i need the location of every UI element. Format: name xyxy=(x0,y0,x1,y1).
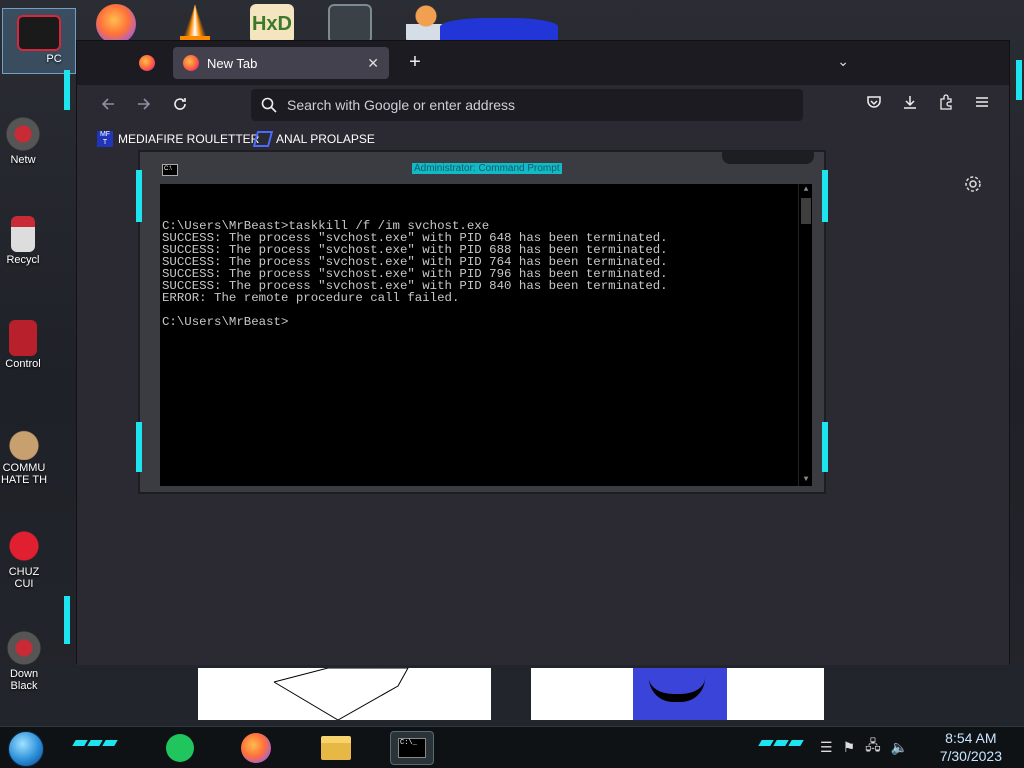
line-drawing xyxy=(273,667,409,721)
search-icon xyxy=(261,97,277,113)
forward-button[interactable] xyxy=(131,93,157,119)
hamburger-menu-icon xyxy=(976,97,988,107)
accent-bar xyxy=(136,422,142,472)
system-tray: ☰ ⚑ 🖧 🔈 xyxy=(820,735,908,759)
scroll-down-arrow-icon[interactable]: ▼ xyxy=(799,474,813,486)
bookmark-label: ANAL PROLAPSE xyxy=(276,132,375,146)
accent-bar xyxy=(64,596,70,644)
taskbar-command-prompt[interactable]: C:\_ xyxy=(390,731,434,765)
list-all-tabs-button[interactable]: ⌄ xyxy=(837,53,849,70)
back-arrow-icon xyxy=(101,98,114,110)
blue-face-image xyxy=(633,668,727,720)
control-panel-icon xyxy=(9,320,37,356)
scroll-up-arrow-icon[interactable]: ▲ xyxy=(799,184,813,196)
reload-icon xyxy=(174,98,186,110)
pinned-tab[interactable] xyxy=(129,47,165,79)
download-icon xyxy=(904,96,916,109)
settings-gear-icon[interactable] xyxy=(963,175,983,195)
bookmark-site-icon xyxy=(252,131,274,147)
desktop-icon-pc[interactable]: PC xyxy=(2,8,76,74)
taskbar-notes[interactable] xyxy=(158,731,202,765)
bookmark-mediafire[interactable]: MF T MEDIAFIRE ROULETTER xyxy=(97,131,259,147)
close-tab-icon[interactable]: ✕ xyxy=(367,55,379,72)
puzzle-icon xyxy=(940,94,952,110)
firefox-icon xyxy=(139,55,155,71)
bookmark-second[interactable]: ANAL PROLAPSE xyxy=(252,131,375,147)
taskbar-firefox[interactable] xyxy=(234,731,278,765)
titlebar-notch xyxy=(722,152,814,164)
scrollbar[interactable]: ▲ ▼ xyxy=(798,184,812,486)
mediafire-icon: MF T xyxy=(97,131,113,147)
desktop-icon-down[interactable]: Down Black xyxy=(0,630,48,692)
taskbar-accent xyxy=(72,740,118,748)
console-line: C:\Users\MrBeast> xyxy=(162,315,289,329)
tab-label: New Tab xyxy=(207,55,258,71)
console-lines: C:\Users\MrBeast>taskkill /f /im svchost… xyxy=(162,220,810,328)
hxd-icon[interactable]: HxD xyxy=(250,4,294,44)
desktop-icon-network[interactable]: Netw xyxy=(0,116,46,166)
network-icon[interactable]: 🖧 xyxy=(865,735,881,759)
taskbar: C:\_ ☰ ⚑ 🖧 🔈 8:54 AM 7/30/2023 xyxy=(0,726,1024,768)
background-image-tile xyxy=(531,668,824,720)
pocket-icon xyxy=(867,96,881,108)
navigation-bar xyxy=(77,85,1009,127)
command-prompt-icon: C:\_ xyxy=(398,738,426,758)
clock-date: 7/30/2023 xyxy=(939,748,1002,764)
command-prompt-window[interactable]: C:\ Administrator: Command Prompt C:\Use… xyxy=(136,150,828,494)
flag-icon[interactable]: ⚑ xyxy=(843,739,856,756)
overflow-chevron-icon[interactable]: ☰ xyxy=(820,739,833,756)
clock[interactable]: 8:54 AM 7/30/2023 xyxy=(940,729,1002,765)
app-icon[interactable] xyxy=(328,4,372,44)
forward-arrow-icon xyxy=(138,98,151,110)
extensions-button[interactable] xyxy=(933,93,959,119)
address-bar[interactable] xyxy=(251,89,803,121)
pocket-button[interactable] xyxy=(861,93,887,119)
taskbar-file-explorer[interactable] xyxy=(314,731,358,765)
cmd-titlebar[interactable]: C:\ Administrator: Command Prompt xyxy=(140,152,824,184)
firefox-icon xyxy=(241,733,271,763)
red-character-icon xyxy=(6,528,42,564)
accent-bar xyxy=(64,70,70,110)
desktop-icon-chuz[interactable]: CHUZ CUI xyxy=(0,528,48,590)
back-button[interactable] xyxy=(95,93,121,119)
tab-bar: New Tab ✕ + ⌄ xyxy=(77,41,1009,85)
scroll-thumb[interactable] xyxy=(801,198,811,224)
firefox-icon[interactable] xyxy=(96,4,136,44)
bookmark-label: MEDIAFIRE ROULETTER xyxy=(118,132,260,146)
desktop-blue-shape xyxy=(440,18,558,40)
accent-bar xyxy=(822,422,828,472)
computer-icon xyxy=(17,15,61,51)
tab-new-tab[interactable]: New Tab ✕ xyxy=(173,47,389,79)
background-image-tile xyxy=(198,667,491,721)
firefox-icon xyxy=(183,55,199,71)
network-icon xyxy=(5,116,41,152)
window-title: Administrator: Command Prompt xyxy=(412,163,562,174)
console-line: ERROR: The remote procedure call failed. xyxy=(162,291,460,305)
desktop-icon-commu[interactable]: COMMU HATE TH xyxy=(0,424,48,486)
taskbar-accent xyxy=(758,740,804,748)
file-explorer-icon xyxy=(321,736,351,760)
vlc-icon[interactable] xyxy=(176,4,214,44)
desktop-icon-control[interactable]: Control xyxy=(0,320,46,370)
money-bag-icon xyxy=(6,424,42,460)
recycle-bin-icon xyxy=(11,216,35,252)
new-tab-button[interactable]: + xyxy=(403,51,427,75)
reload-button[interactable] xyxy=(167,93,193,119)
downloads-button[interactable] xyxy=(897,93,923,119)
menu-button[interactable] xyxy=(969,93,995,119)
console-output[interactable]: C:\Users\MrBeast>taskkill /f /im svchost… xyxy=(160,184,812,486)
notes-icon xyxy=(166,734,194,762)
desktop-icon-recycle[interactable]: Recycl xyxy=(0,216,46,266)
address-input[interactable] xyxy=(287,97,767,113)
download-icon xyxy=(6,630,42,666)
start-button[interactable] xyxy=(8,731,44,767)
volume-muted-icon[interactable]: 🔈 xyxy=(891,739,908,756)
clock-time: 8:54 AM xyxy=(945,730,997,746)
accent-bar xyxy=(1016,60,1022,100)
command-prompt-icon: C:\ xyxy=(162,164,178,176)
